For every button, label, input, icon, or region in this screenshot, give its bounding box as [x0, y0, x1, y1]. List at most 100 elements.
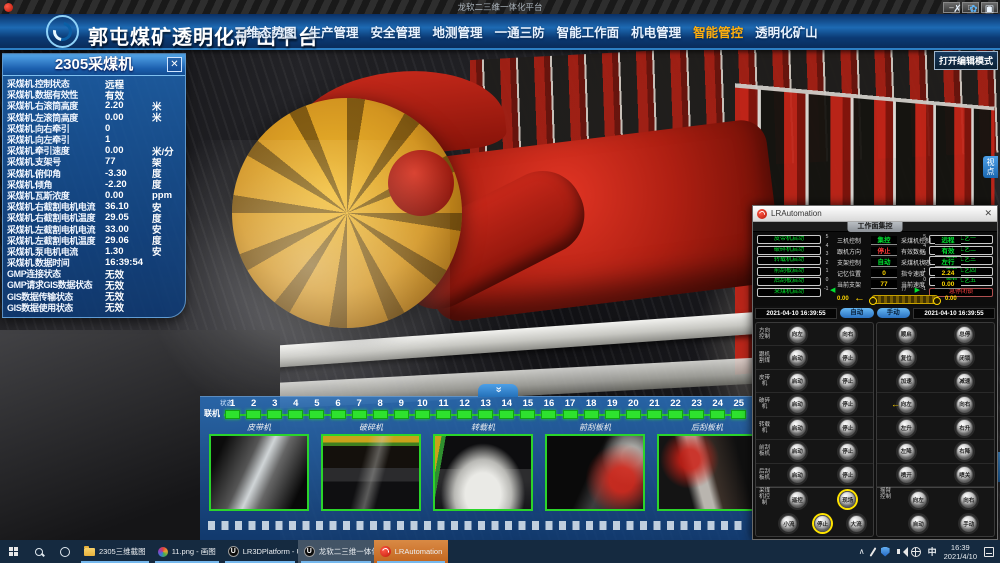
control-button[interactable]: 启动 — [789, 443, 806, 460]
control-button[interactable]: 复位 — [898, 349, 915, 366]
control-button[interactable]: 大流 — [848, 515, 865, 532]
gear-icon[interactable]: ✿ — [967, 3, 980, 16]
mode-button-auto[interactable]: 自动 — [840, 308, 874, 318]
support-channel: 6 — [327, 398, 348, 419]
control-button[interactable]: 启动 — [789, 349, 806, 366]
control-button[interactable]: 总停 — [956, 326, 973, 343]
taskbar-app[interactable]: LRAutomation — [374, 540, 449, 563]
taskbar-app[interactable]: 2305三维截图 — [78, 540, 152, 563]
pen-icon[interactable] — [869, 547, 876, 557]
lra-group-button[interactable]: 采煤机启动 — [757, 288, 821, 297]
nav-item[interactable]: 智能工作面 — [551, 22, 626, 41]
nav-item[interactable]: 机电管理 — [625, 22, 687, 41]
cortana-button[interactable] — [52, 540, 78, 563]
camera-thumbnail[interactable] — [321, 434, 421, 511]
clock[interactable]: 16:39 2021/4/10 — [944, 543, 977, 561]
viewpoint-tab[interactable]: 视点 — [983, 156, 998, 178]
control-button[interactable]: 自动 — [910, 515, 927, 532]
lra-title-bar[interactable]: LRAutomation ✕ — [753, 206, 997, 222]
control-button[interactable]: 启动 — [789, 419, 806, 436]
control-button[interactable]: 向左 — [789, 326, 806, 343]
control-button[interactable]: 向右 — [839, 326, 856, 343]
control-button[interactable]: 现场 — [839, 491, 856, 508]
camera-item: 转载机 — [433, 422, 533, 511]
nav-item[interactable]: 地测管理 — [427, 22, 489, 41]
control-button[interactable]: 加速 — [898, 373, 915, 390]
taskbar-app[interactable]: 11.png - 画图 — [152, 540, 222, 563]
control-button[interactable]: 停止 — [839, 443, 856, 460]
system-tray: ∧ 中 16:39 2021/4/10 — [853, 540, 1000, 563]
channel-number: 4 — [285, 398, 306, 409]
camera-thumbnail[interactable] — [209, 434, 309, 511]
control-button[interactable]: 停止 — [839, 466, 856, 483]
tools-icon[interactable]: ✗ — [951, 3, 964, 16]
lra-group-button[interactable]: 破碎机启动 — [757, 246, 821, 255]
lra-logo-icon — [757, 209, 767, 219]
ime-indicator[interactable]: 中 — [928, 545, 937, 558]
lra-close-icon[interactable]: ✕ — [984, 208, 997, 219]
windows-taskbar: 2305三维截图11.png - 画图ULR3DPlatform - U...U… — [0, 540, 1000, 563]
collapse-down-chevron-icon[interactable]: » — [478, 384, 518, 397]
nav-item[interactable]: 智能管控 — [687, 22, 749, 41]
status-value: 0.00 — [935, 280, 961, 289]
taskbar-app[interactable]: ULR3DPlatform - U... — [222, 540, 298, 563]
camera-thumbnail[interactable] — [433, 434, 533, 511]
telemetry-label: GIS数据使用状态 — [7, 301, 105, 314]
camera-thumbnail[interactable] — [545, 434, 645, 511]
shearer-position-slider[interactable] — [871, 295, 939, 304]
network-icon[interactable] — [911, 547, 921, 557]
nav-item[interactable]: 透明化矿山 — [749, 22, 824, 41]
control-button[interactable]: 向左 — [898, 396, 915, 413]
support-channel: 8 — [370, 398, 391, 419]
restore-icon[interactable]: ▣ — [983, 3, 996, 16]
control-button[interactable]: 启动 — [789, 373, 806, 390]
control-button[interactable]: 左降 — [898, 443, 915, 460]
panel-close-icon[interactable]: ✕ — [167, 57, 182, 72]
control-button[interactable]: 向右 — [956, 396, 973, 413]
control-button[interactable]: 闭锁 — [956, 349, 973, 366]
tab-workface-control[interactable]: 工作面集控 — [848, 222, 903, 232]
control-button[interactable]: 停止 — [839, 419, 856, 436]
control-button[interactable]: 手动 — [960, 515, 977, 532]
action-center-icon[interactable] — [984, 547, 994, 557]
channel-online-indicator — [225, 410, 240, 419]
control-button[interactable]: 喷开 — [898, 466, 915, 483]
control-button[interactable]: 停止 — [839, 373, 856, 390]
volume-icon[interactable] — [897, 549, 900, 554]
control-button[interactable]: 向左 — [910, 491, 927, 508]
mode-button-manual[interactable]: 手动 — [877, 308, 911, 318]
camera-thumbnail[interactable] — [657, 434, 757, 511]
taskbar-app[interactable]: U龙软二三维一体化... — [298, 540, 374, 563]
nav-item[interactable]: 一通三防 — [489, 22, 551, 41]
control-button[interactable]: 遥控 — [789, 491, 806, 508]
control-button[interactable]: 停止 — [839, 349, 856, 366]
control-button[interactable]: 停止 — [839, 396, 856, 413]
control-button[interactable]: 减速 — [956, 373, 973, 390]
open-edit-mode-button[interactable]: 打开编辑模式 — [934, 51, 998, 70]
lra-group-button[interactable]: 皮带机启动 — [757, 235, 821, 244]
taskbar-search-button[interactable] — [26, 540, 52, 563]
lra-group-button[interactable]: 转载机启动 — [757, 256, 821, 265]
control-button[interactable]: 小流 — [780, 515, 797, 532]
lra-group-button[interactable]: 后刮板启动 — [757, 277, 821, 286]
left-scale: 543210-1 — [824, 233, 828, 293]
control-row: 方向控制向左向右 — [756, 323, 873, 346]
control-button[interactable]: 喷关 — [956, 466, 973, 483]
control-button[interactable]: 启动 — [789, 466, 806, 483]
control-button[interactable]: 向右 — [960, 491, 977, 508]
screen: 龙软二三维一体化平台 – □ × 郭屯煤矿透明化矿山平台 三维态势图生产管理安全… — [0, 0, 1000, 563]
nav-item[interactable]: 安全管理 — [365, 22, 427, 41]
start-button[interactable] — [0, 540, 26, 563]
control-button[interactable]: 停止 — [814, 515, 831, 532]
security-shield-icon[interactable] — [881, 547, 890, 557]
control-button[interactable]: 右升 — [956, 419, 973, 436]
control-button[interactable]: 左升 — [898, 419, 915, 436]
control-button[interactable]: 右降 — [956, 443, 973, 460]
nav-item[interactable]: 三维态势图 — [228, 22, 303, 41]
lra-group-button[interactable]: 前刮板启动 — [757, 267, 821, 276]
control-button[interactable]: 启动 — [789, 396, 806, 413]
tray-expand-icon[interactable]: ∧ — [859, 547, 865, 556]
nav-item[interactable]: 生产管理 — [303, 22, 365, 41]
support-channel: 12 — [454, 398, 475, 419]
control-button[interactable]: 顺启 — [898, 326, 915, 343]
